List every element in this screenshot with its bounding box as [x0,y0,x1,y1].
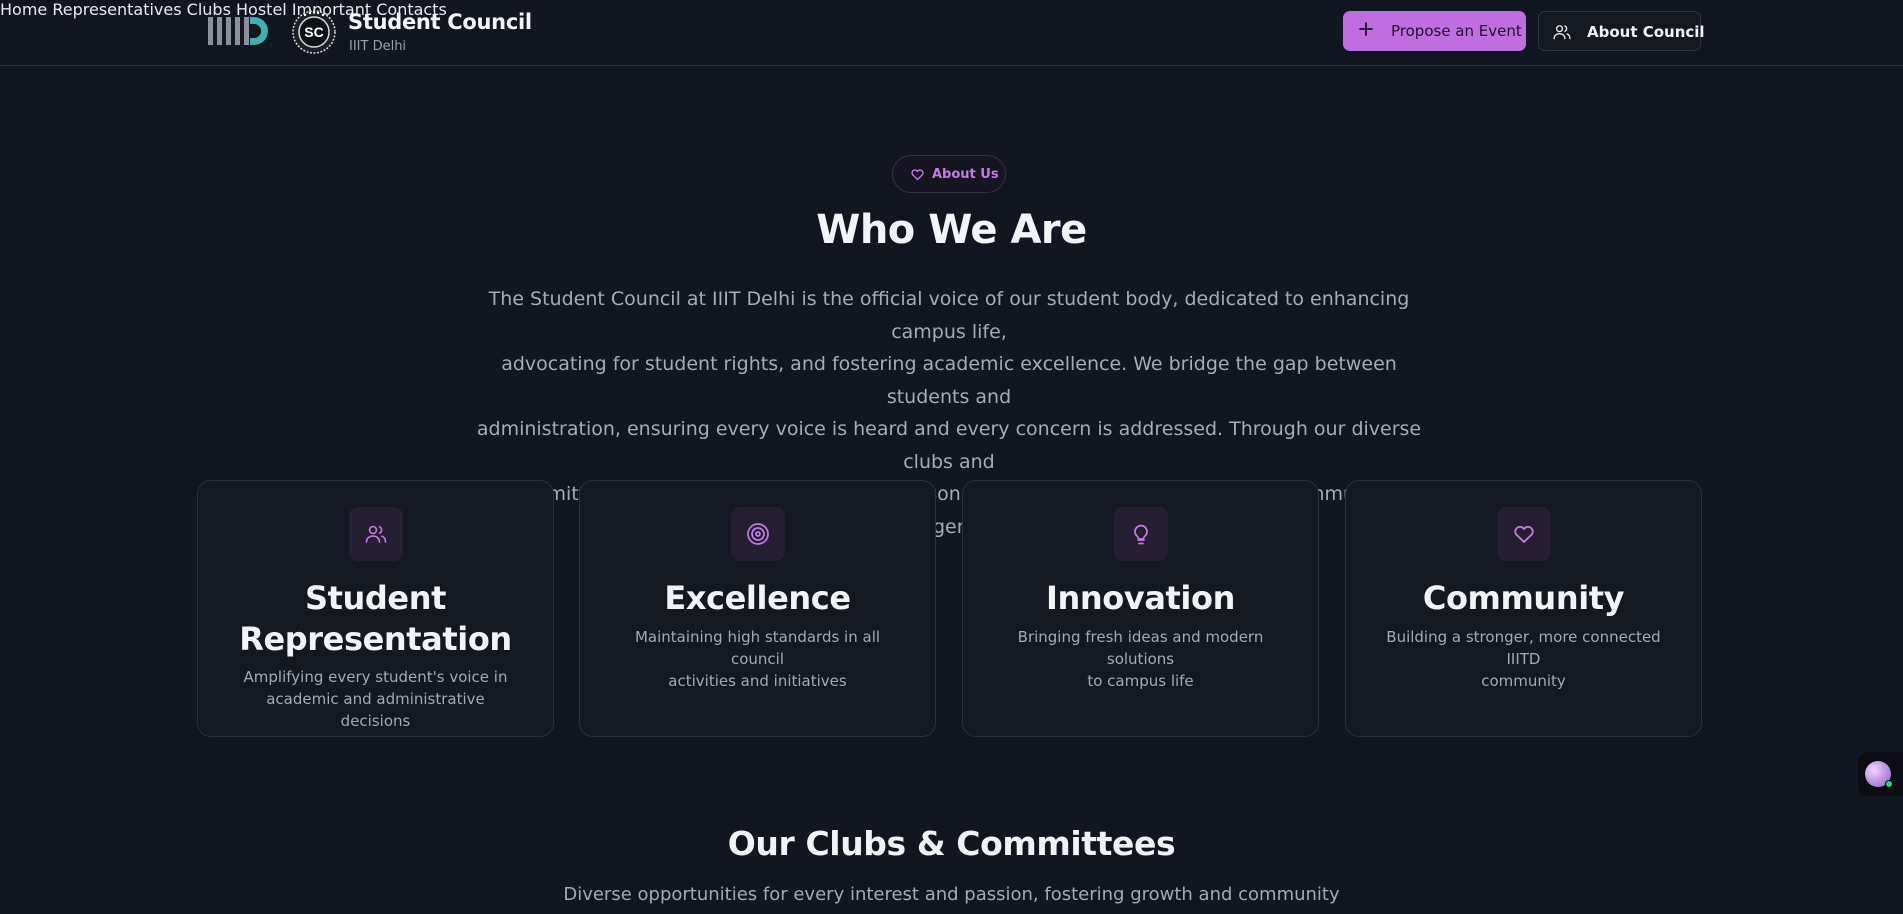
online-status-dot [1885,780,1893,788]
value-card-excellence: Excellence Maintaining high standards in… [579,480,936,737]
value-card-student-representation: Student Representation Amplifying every … [197,480,554,737]
card-description: Amplifying every student's voice in acad… [232,666,519,732]
users-icon [365,525,386,543]
student-council-logo[interactable]: SC [291,9,337,55]
plus-icon [1359,22,1373,36]
chat-assistant-button[interactable] [1858,752,1903,796]
target-icon [746,523,769,545]
svg-text:SC: SC [304,24,323,40]
card-description: Bringing fresh ideas and modern solution… [997,626,1284,692]
heart-icon [1513,525,1534,543]
card-icon-box [348,507,403,561]
card-description-line: activities and initiatives [668,672,847,690]
section-title-who-we-are: Who We Are [816,207,1087,253]
card-description-line: Maintaining high standards in all counci… [634,628,881,668]
card-title-line: Representation [239,620,512,658]
about-paragraph-line: administration, ensuring every voice is … [476,418,1422,473]
about-paragraph-line: advocating for student rights, and foste… [501,353,1397,408]
card-icon-box [1496,507,1551,561]
card-title: Excellence [590,578,925,619]
clubs-subtitle: Diverse opportunities for every interest… [563,884,1340,905]
propose-event-button[interactable]: Propose an Event [1343,11,1526,51]
about-council-label: About Council [1587,23,1705,41]
card-title: Student Representation [208,578,543,660]
about-us-label: About Us [932,167,999,182]
section-title-clubs: Our Clubs & Committees [727,824,1176,863]
users-icon [1553,25,1571,40]
about-council-button[interactable]: About Council [1538,11,1705,51]
heart-icon [911,169,924,181]
card-description-line: academic and administrative decisions [266,690,485,730]
card-icon-box [730,507,785,561]
nav-home[interactable]: Home [0,0,47,19]
card-title: Community [1356,578,1691,619]
lightbulb-icon [1133,524,1148,545]
value-card-community: Community Building a stronger, more conn… [1345,480,1702,737]
propose-event-label: Propose an Event [1391,22,1522,40]
card-title: Innovation [973,578,1308,619]
brand-subtitle: IIIT Delhi [349,39,407,54]
card-title-line: Innovation [1046,579,1235,617]
value-card-innovation: Innovation Bringing fresh ideas and mode… [962,480,1319,737]
card-title-line: Student [304,579,446,617]
nav-representatives[interactable]: Representatives [52,0,181,19]
card-description-line: Bringing fresh ideas and modern solution… [1017,628,1264,668]
card-description: Maintaining high standards in all counci… [614,626,901,692]
card-description-line: Building a stronger, more connected IIIT… [1386,628,1661,668]
brand-title[interactable]: Student Council [348,10,532,34]
card-description-line: to campus life [1087,672,1194,690]
site-header: SC Student Council IIIT Delhi Home Repre… [0,0,1903,66]
about-paragraph-line: The Student Council at IIIT Delhi is the… [488,288,1410,343]
iiitd-logo[interactable] [206,15,268,47]
about-us-badge: About Us [892,155,1006,193]
card-description-line: Amplifying every student's voice in [243,668,508,686]
card-icon-box [1113,507,1168,561]
card-description: Building a stronger, more connected IIIT… [1380,626,1667,692]
card-title-line: Excellence [664,579,851,617]
card-title-line: Community [1422,579,1625,617]
card-description-line: community [1481,672,1566,690]
